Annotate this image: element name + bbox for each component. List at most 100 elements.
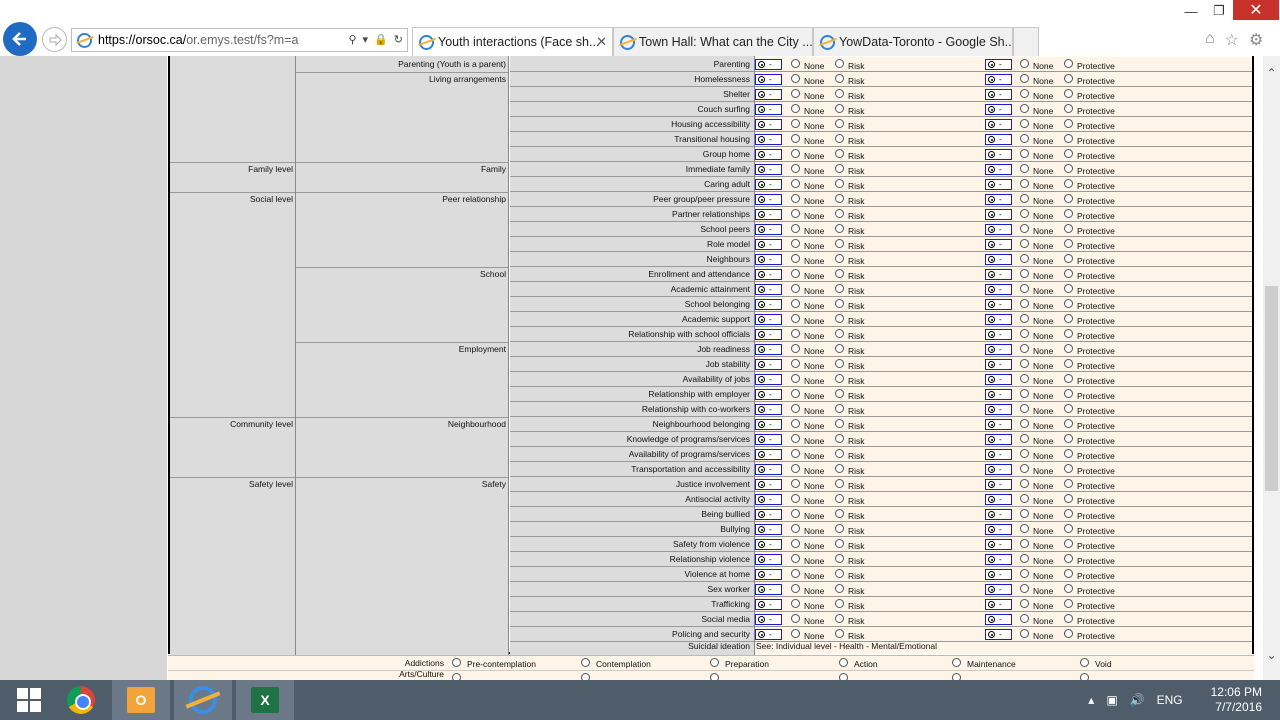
protective-radio[interactable] [1064,584,1073,593]
none-radio[interactable] [791,104,800,113]
tab-town-hall[interactable]: Town Hall: What can the City ... [613,27,813,56]
risk-selector[interactable]: - [755,329,782,340]
risk-radio[interactable] [835,134,844,143]
risk-selector[interactable]: - [755,269,782,280]
none-radio[interactable] [791,59,800,68]
risk-radio[interactable] [835,224,844,233]
scrollbar-thumb[interactable] [1265,286,1278,491]
protective-selector[interactable]: - [985,359,1012,370]
none-radio[interactable] [1020,254,1029,263]
taskbar-internet-explorer[interactable] [174,680,232,720]
none-radio[interactable] [1020,74,1029,83]
risk-radio[interactable] [835,209,844,218]
addiction-stage-radio[interactable] [452,658,461,667]
risk-selector[interactable]: - [755,179,782,190]
addiction-stage-radio[interactable] [581,658,590,667]
risk-selector[interactable]: - [755,389,782,400]
protective-selector[interactable]: - [985,164,1012,175]
risk-radio[interactable] [835,434,844,443]
none-radio[interactable] [1020,164,1029,173]
protective-selector[interactable]: - [985,389,1012,400]
risk-selector[interactable]: - [755,314,782,325]
none-radio[interactable] [1020,374,1029,383]
risk-radio[interactable] [835,569,844,578]
protective-radio[interactable] [1064,599,1073,608]
protective-radio[interactable] [1064,404,1073,413]
protective-radio[interactable] [1064,179,1073,188]
risk-radio[interactable] [835,404,844,413]
none-radio[interactable] [1020,569,1029,578]
tab-yowdata[interactable]: YowData-Toronto - Google Sh... [813,27,1013,56]
none-radio[interactable] [791,149,800,158]
none-radio[interactable] [791,134,800,143]
protective-radio[interactable] [1064,554,1073,563]
protective-radio[interactable] [1064,629,1073,638]
risk-radio[interactable] [835,629,844,638]
protective-selector[interactable]: - [985,569,1012,580]
risk-selector[interactable]: - [755,599,782,610]
protective-radio[interactable] [1064,374,1073,383]
risk-radio[interactable] [835,464,844,473]
risk-selector[interactable]: - [755,569,782,580]
protective-radio[interactable] [1064,419,1073,428]
none-radio[interactable] [1020,494,1029,503]
protective-radio[interactable] [1064,149,1073,158]
risk-selector[interactable]: - [755,344,782,355]
protective-selector[interactable]: - [985,239,1012,250]
address-bar[interactable]: https://orsoc.ca/or.emys.test/fs?m=a ⚲ ▾… [71,28,408,52]
none-radio[interactable] [1020,449,1029,458]
protective-selector[interactable]: - [985,149,1012,160]
none-radio[interactable] [1020,209,1029,218]
none-radio[interactable] [1020,419,1029,428]
none-radio[interactable] [1020,149,1029,158]
risk-radio[interactable] [835,329,844,338]
address-url[interactable]: https://orsoc.ca/or.emys.test/fs?m=a [98,33,298,47]
settings-icon[interactable]: ⚙ [1249,30,1263,50]
none-radio[interactable] [1020,479,1029,488]
risk-radio[interactable] [835,59,844,68]
risk-selector[interactable]: - [755,164,782,175]
protective-selector[interactable]: - [985,419,1012,430]
risk-radio[interactable] [835,239,844,248]
risk-selector[interactable]: - [755,374,782,385]
risk-selector[interactable]: - [755,404,782,415]
protective-radio[interactable] [1064,254,1073,263]
minimize-button[interactable]: — [1176,0,1206,22]
protective-selector[interactable]: - [985,329,1012,340]
protective-selector[interactable]: - [985,554,1012,565]
protective-radio[interactable] [1064,104,1073,113]
protective-selector[interactable]: - [985,404,1012,415]
none-radio[interactable] [791,329,800,338]
risk-selector[interactable]: - [755,479,782,490]
forward-button[interactable] [42,27,67,52]
arts-stage-radio[interactable] [1080,673,1089,680]
protective-selector[interactable]: - [985,464,1012,475]
close-window-button[interactable]: ✕ [1233,0,1279,20]
none-radio[interactable] [791,599,800,608]
protective-radio[interactable] [1064,239,1073,248]
protective-selector[interactable]: - [985,314,1012,325]
none-radio[interactable] [1020,389,1029,398]
protective-selector[interactable]: - [985,89,1012,100]
risk-selector[interactable]: - [755,119,782,130]
protective-radio[interactable] [1064,134,1073,143]
none-radio[interactable] [1020,434,1029,443]
language-indicator[interactable]: ENG [1157,693,1183,707]
none-radio[interactable] [1020,194,1029,203]
none-radio[interactable] [1020,89,1029,98]
risk-selector[interactable]: - [755,524,782,535]
network-icon[interactable]: ▣ [1106,693,1117,707]
none-radio[interactable] [791,374,800,383]
none-radio[interactable] [791,179,800,188]
none-radio[interactable] [791,344,800,353]
risk-radio[interactable] [835,284,844,293]
risk-radio[interactable] [835,299,844,308]
none-radio[interactable] [791,359,800,368]
protective-selector[interactable]: - [985,179,1012,190]
risk-selector[interactable]: - [755,134,782,145]
protective-selector[interactable]: - [985,59,1012,70]
risk-selector[interactable]: - [755,209,782,220]
protective-radio[interactable] [1064,494,1073,503]
protective-radio[interactable] [1064,299,1073,308]
none-radio[interactable] [1020,179,1029,188]
